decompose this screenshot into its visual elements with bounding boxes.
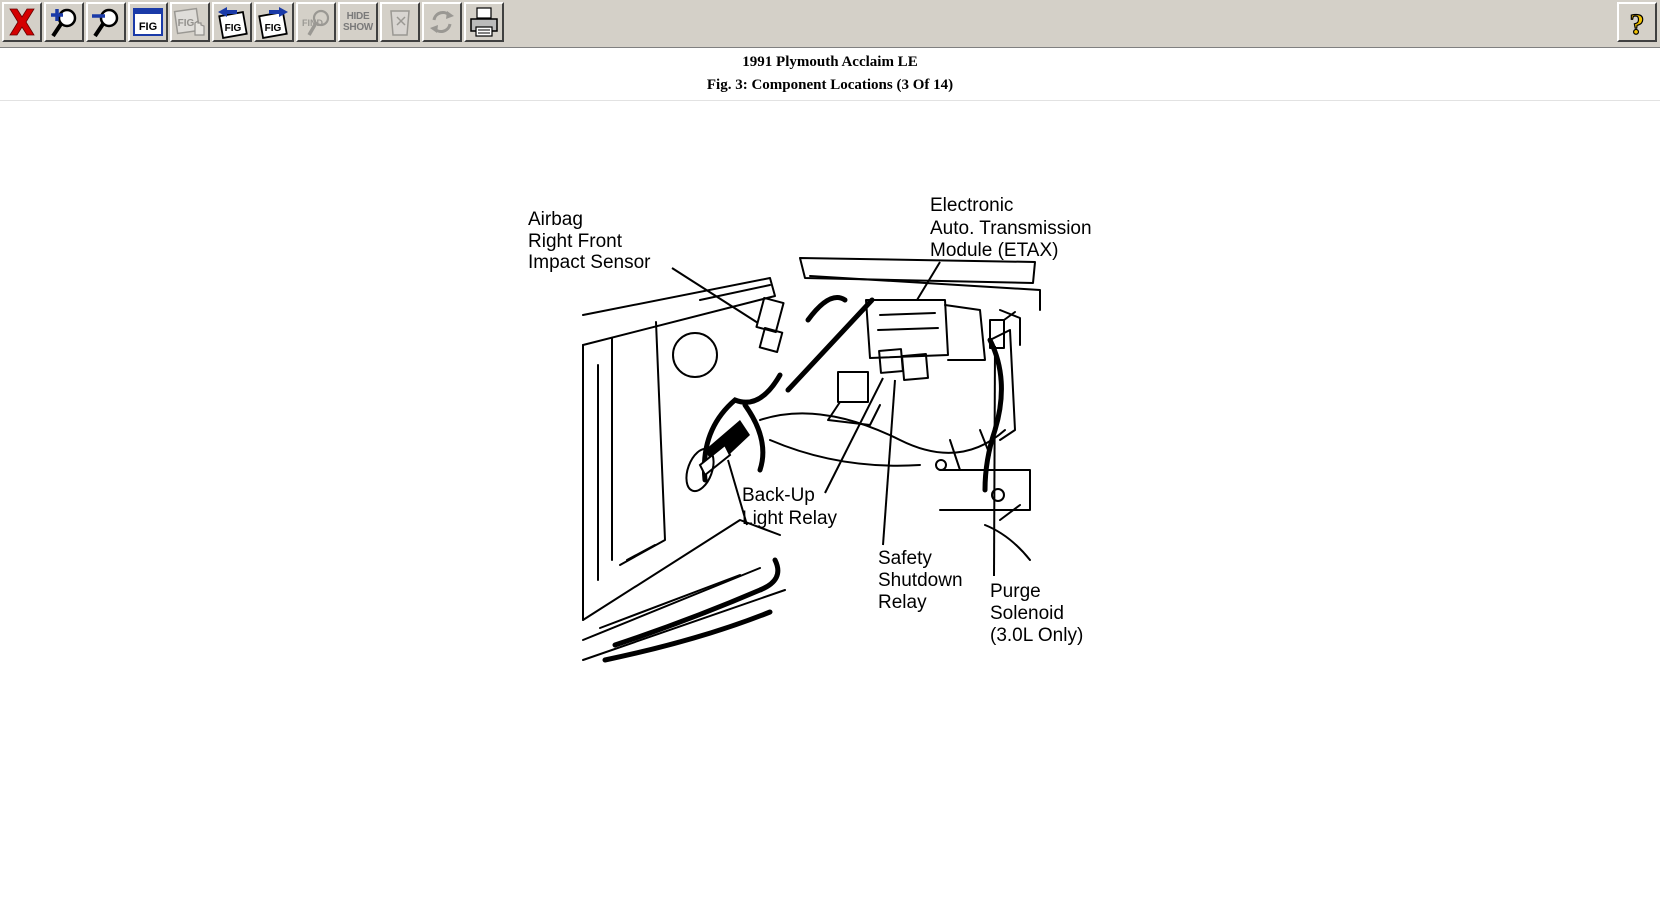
hide-show-icon: HIDE SHOW	[343, 11, 373, 33]
toolbar: FIG FIG FIG FIG FIND HIDE SHOW ?	[0, 0, 1660, 48]
label-airbag-line1: Airbag	[528, 209, 583, 230]
printer-icon	[470, 7, 498, 37]
find-button[interactable]: FIND	[296, 2, 336, 42]
close-x-icon	[9, 8, 35, 36]
callout-backup-light-relay: Back-Up Light Relay	[742, 485, 838, 529]
backup-connector	[685, 420, 750, 493]
callout-etax-module: Electronic Auto. Transmission Module (ET…	[930, 195, 1092, 261]
label-etax-line3: Module (ETAX)	[930, 240, 1058, 261]
help-button[interactable]: ?	[1617, 2, 1657, 42]
svg-text:FIG: FIG	[178, 18, 195, 29]
vehicle-title: 1991 Plymouth Acclaim LE	[742, 54, 918, 70]
rotate-icon	[430, 11, 454, 33]
label-etax-line2: Auto. Transmission	[930, 218, 1092, 239]
show-label: SHOW	[343, 22, 373, 33]
help-question-icon: ?	[1629, 7, 1645, 39]
label-safety-line1: Safety	[878, 548, 932, 569]
zoom-in-icon	[51, 8, 77, 38]
figure-caption: Fig. 3: Component Locations (3 Of 14)	[706, 77, 954, 93]
label-backup-line1: Back-Up	[742, 485, 815, 506]
label-airbag-line3: Impact Sensor	[528, 252, 651, 273]
label-airbag-line2: Right Front	[528, 231, 623, 252]
next-figure-button[interactable]: FIG	[254, 2, 294, 42]
callout-airbag-sensor: Airbag Right Front Impact Sensor	[528, 209, 651, 273]
svg-text:?: ?	[1630, 8, 1645, 39]
fig-next-icon: FIG	[258, 7, 288, 39]
component-location-diagram: Airbag Right Front Impact Sensor Electro…	[528, 195, 1092, 663]
label-purge-line2: Solenoid	[990, 603, 1064, 624]
close-button[interactable]	[2, 2, 42, 42]
figure-area: Airbag Right Front Impact Sensor Electro…	[0, 101, 1660, 916]
svg-text:FIG: FIG	[225, 23, 242, 34]
print-button[interactable]	[464, 2, 504, 42]
label-safety-line2: Shutdown	[878, 570, 963, 591]
wiring-harness	[602, 295, 1004, 663]
previous-figure-button[interactable]: FIG	[212, 2, 252, 42]
fig-hand-icon: FIG	[173, 7, 205, 36]
zoom-in-button[interactable]	[44, 2, 84, 42]
label-purge-line1: Purge	[990, 581, 1041, 602]
callout-purge-solenoid: Purge Solenoid (3.0L Only)	[990, 581, 1083, 646]
fig-prev-icon: FIG	[218, 7, 248, 39]
callout-safety-shutdown-relay: Safety Shutdown Relay	[878, 548, 963, 613]
label-safety-line3: Relay	[878, 592, 927, 613]
figure-header: 1991 Plymouth Acclaim LE Fig. 3: Compone…	[0, 50, 1660, 101]
zoom-out-button[interactable]	[86, 2, 126, 42]
clear-button[interactable]	[380, 2, 420, 42]
find-icon: FIND	[302, 9, 330, 36]
fig-window-icon: FIG	[133, 8, 163, 36]
svg-text:FIG: FIG	[265, 23, 282, 34]
label-etax-line1: Electronic	[930, 195, 1013, 216]
zoom-out-icon	[92, 8, 119, 38]
svg-text:FIG: FIG	[139, 21, 157, 33]
eraser-icon	[390, 10, 410, 36]
hide-label: HIDE	[346, 11, 370, 22]
figure-select-button[interactable]: FIG	[170, 2, 210, 42]
label-backup-line2: Light Relay	[742, 508, 838, 529]
rotate-button[interactable]	[422, 2, 462, 42]
figure-index-button[interactable]: FIG	[128, 2, 168, 42]
label-purge-line3: (3.0L Only)	[990, 625, 1083, 646]
hide-show-button[interactable]: HIDE SHOW	[338, 2, 378, 42]
